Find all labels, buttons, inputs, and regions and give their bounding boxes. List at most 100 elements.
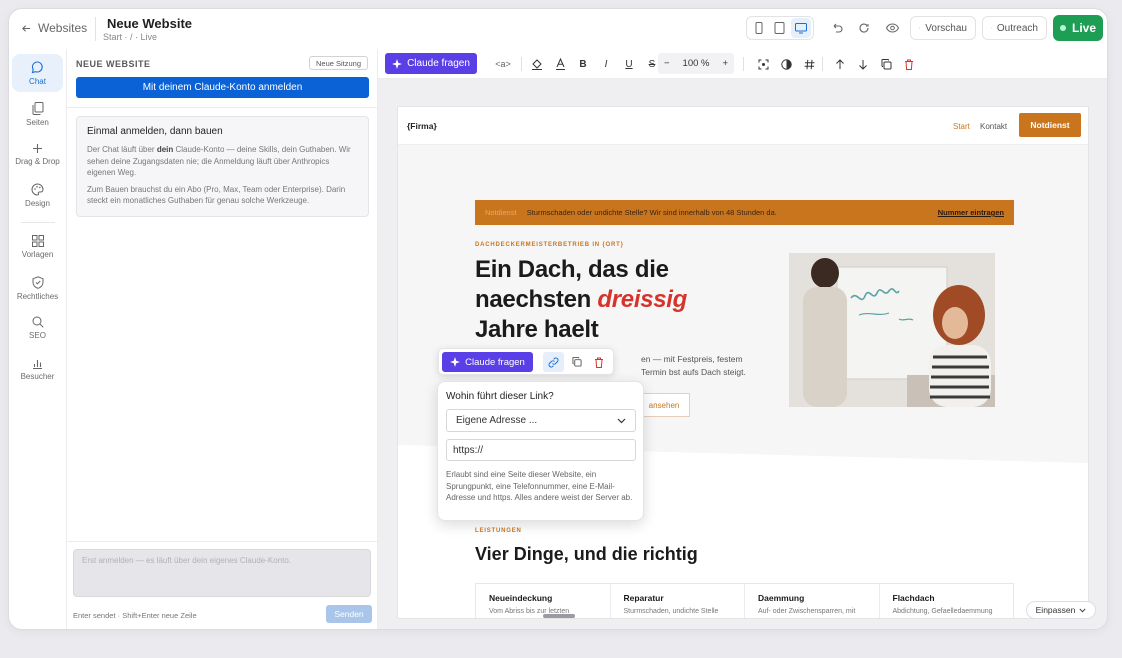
rail-item-legal[interactable]: Rechtliches xyxy=(12,269,63,307)
rail-label: Design xyxy=(25,198,50,208)
chevron-down-icon xyxy=(617,418,626,423)
service-card[interactable]: Daemmung Auf- oder Zwischensparren, mit xyxy=(745,584,880,618)
emergency-banner[interactable]: Notdienst Sturmschaden oder undichte Ste… xyxy=(475,200,1014,225)
ask-claude-label: Claude fragen xyxy=(407,58,470,69)
grid-icon xyxy=(31,235,44,247)
preview-eye-button[interactable] xyxy=(883,19,901,37)
info-title: Einmal anmelden, dann bauen xyxy=(87,126,223,137)
undo-button[interactable] xyxy=(828,19,846,37)
rail-label: Besucher xyxy=(20,371,55,381)
rail-item-design[interactable]: Design xyxy=(12,176,63,214)
fit-zoom-button[interactable]: Einpassen xyxy=(1026,601,1096,619)
copy-icon xyxy=(572,357,582,367)
rail-item-templates[interactable]: Vorlagen xyxy=(12,228,63,266)
device-phone[interactable] xyxy=(749,18,769,38)
float-link-button[interactable] xyxy=(543,352,564,372)
hero-text[interactable]: en — mit Festpreis, festem Termin bst au… xyxy=(641,353,751,379)
divider xyxy=(95,17,96,41)
services-title[interactable]: Vier Dinge, und die richtig xyxy=(475,544,698,565)
claude-login-button[interactable]: Mit deinem Claude-Konto anmelden xyxy=(76,77,369,98)
chat-input[interactable]: Erst anmelden — es läuft über dein eigen… xyxy=(73,549,371,597)
outreach-button[interactable]: Outreach xyxy=(982,16,1047,40)
hero-eyebrow[interactable]: DACHDECKERMEISTERBETRIEB IN {ORT} xyxy=(475,242,624,248)
link-url-input[interactable] xyxy=(446,439,636,461)
fill-color-button[interactable] xyxy=(529,55,545,73)
chat-hint: Enter sendet · Shift+Enter neue Zeile xyxy=(73,611,197,620)
divider xyxy=(822,57,823,71)
login-info-box: Einmal anmelden, dann bauen Der Chat läu… xyxy=(76,116,369,217)
hero-image[interactable] xyxy=(789,253,995,407)
info-paragraph-2: Zum Bauen brauchst du ein Abo (Pro, Max,… xyxy=(87,184,346,206)
nav-link-start[interactable]: Start xyxy=(953,122,970,131)
rail-item-drag-drop[interactable]: Drag & Drop xyxy=(12,135,63,173)
chat-panel: NEUE WEBSITE Neue Sitzung Mit deinem Cla… xyxy=(67,49,378,629)
nav-link-kontakt[interactable]: Kontakt xyxy=(980,122,1007,131)
float-delete-button[interactable] xyxy=(590,353,608,371)
plus-icon xyxy=(33,143,42,153)
float-duplicate-button[interactable] xyxy=(568,353,586,371)
underline-button[interactable]: U xyxy=(621,55,637,73)
link-icon xyxy=(548,357,559,367)
focus-button[interactable] xyxy=(755,55,771,73)
bar-chart-icon xyxy=(33,359,42,369)
rail-item-seo[interactable]: SEO xyxy=(12,309,63,347)
new-session-button[interactable]: Neue Sitzung xyxy=(309,56,368,70)
chat-input-area: Erst anmelden — es läuft über dein eigen… xyxy=(67,541,377,629)
canvas-resize-handle[interactable] xyxy=(543,614,575,618)
preview-button[interactable]: Vorschau xyxy=(910,16,976,40)
nav-cta-notdienst[interactable]: Notdienst xyxy=(1019,113,1081,137)
back-label: Websites xyxy=(38,21,88,35)
contrast-button[interactable] xyxy=(778,55,794,73)
panel-title: NEUE WEBSITE xyxy=(76,59,151,69)
delete-button[interactable] xyxy=(901,55,917,73)
rail-item-visitors[interactable]: Besucher xyxy=(12,350,63,388)
eye-icon xyxy=(919,27,921,29)
card-title: Flachdach xyxy=(892,593,935,603)
square-icon xyxy=(991,27,992,29)
text-color-button[interactable] xyxy=(552,55,568,73)
zoom-control: − 100 % + xyxy=(658,53,734,74)
link-type-select[interactable]: Eigene Adresse ... xyxy=(446,409,636,432)
rail-item-chat[interactable]: Chat xyxy=(12,54,63,92)
hero-secondary-button[interactable]: ansehen xyxy=(638,393,690,417)
device-desktop[interactable] xyxy=(790,18,811,38)
sparkle-icon xyxy=(450,357,461,367)
ask-claude-button[interactable]: Claude fragen xyxy=(385,53,477,74)
duplicate-button[interactable] xyxy=(878,55,894,73)
text-color-icon xyxy=(555,58,565,70)
info-paragraph-1: Der Chat läuft über dein Claude-Konto — … xyxy=(87,145,351,177)
rail-item-pages[interactable]: Seiten xyxy=(12,95,63,133)
link-popover: Wohin führt dieser Link? Eigene Adresse … xyxy=(437,381,644,521)
back-to-websites[interactable]: Websites xyxy=(21,21,87,35)
zoom-in-button[interactable]: + xyxy=(722,58,728,69)
zoom-out-button[interactable]: − xyxy=(664,58,670,69)
live-button[interactable]: Live xyxy=(1053,15,1103,41)
service-card[interactable]: Reparatur Sturmschaden, undichte Stelle xyxy=(611,584,745,618)
rail-label: SEO xyxy=(29,331,46,340)
arrow-left-icon xyxy=(22,24,31,32)
services-eyebrow[interactable]: LEISTUNGEN xyxy=(475,528,522,534)
banner-text: Sturmschaden oder undichte Stelle? Wir s… xyxy=(526,208,777,217)
trash-icon xyxy=(905,59,913,70)
move-up-button[interactable] xyxy=(832,55,848,73)
copy-icon xyxy=(881,58,891,69)
link-target-label: Wohin führt dieser Link? xyxy=(446,391,554,402)
anchor-button[interactable] xyxy=(801,55,817,73)
live-status-dot xyxy=(1059,25,1066,31)
bold-button[interactable]: B xyxy=(575,55,591,73)
banner-link[interactable]: Nummer eintragen xyxy=(938,208,1004,217)
move-down-button[interactable] xyxy=(855,55,871,73)
banner-tag: Notdienst xyxy=(485,208,517,217)
redo-button[interactable] xyxy=(855,19,873,37)
italic-button[interactable]: I xyxy=(598,55,614,73)
send-button[interactable]: Senden xyxy=(326,605,372,623)
float-ask-claude-button[interactable]: Claude fragen xyxy=(442,352,533,372)
device-switcher xyxy=(746,16,814,40)
eye-icon xyxy=(885,23,899,33)
device-tablet[interactable] xyxy=(770,18,790,38)
site-logo[interactable]: {Firma} xyxy=(407,121,437,131)
service-card[interactable]: Flachdach Abdichtung, Gefaelledaemmung xyxy=(880,584,1014,618)
top-bar: Websites Neue Website Start · / · Live V… xyxy=(9,9,1107,49)
hero-title[interactable]: Ein Dach, das die naechsten dreissig Jah… xyxy=(475,255,755,345)
hash-icon xyxy=(804,59,814,69)
